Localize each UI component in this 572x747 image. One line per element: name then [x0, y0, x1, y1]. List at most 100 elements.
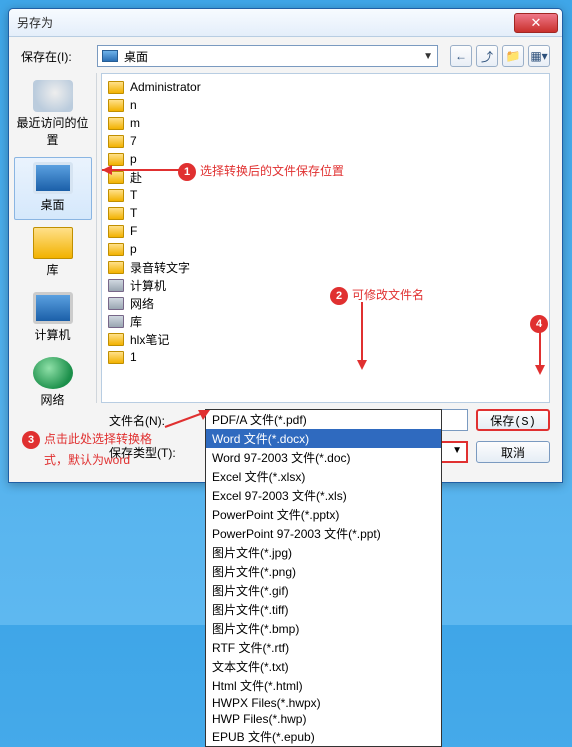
folder-icon [108, 135, 124, 148]
savein-label: 保存在(I): [21, 48, 91, 65]
folder-icon [108, 315, 124, 328]
place-comp[interactable]: 计算机 [14, 287, 92, 350]
file-name: p [130, 242, 137, 256]
chevron-down-icon: ▼ [452, 445, 462, 456]
folder-icon [108, 225, 124, 238]
desktop-icon [102, 50, 118, 62]
view-menu-button[interactable]: ▦▾ [528, 45, 550, 67]
file-item[interactable]: T [108, 204, 543, 222]
filetype-option[interactable]: Word 文件(*.docx) [206, 429, 441, 448]
filetype-dropdown[interactable]: PDF/A 文件(*.pdf)Word 文件(*.docx)Word 97-20… [205, 409, 442, 747]
folder-icon [108, 117, 124, 130]
place-net[interactable]: 网络 [14, 352, 92, 415]
arrow-2 [352, 300, 372, 375]
filetype-option[interactable]: 图片文件(*.png) [206, 562, 441, 581]
folder-icon [108, 207, 124, 220]
badge-3: 3 [22, 431, 40, 449]
file-name: Administrator [130, 80, 201, 94]
file-name: 计算机 [130, 277, 166, 294]
annotation-2: 2可修改文件名 [330, 286, 424, 305]
dialog-title: 另存为 [17, 14, 514, 31]
titlebar[interactable]: 另存为 ✕ [9, 9, 562, 37]
file-item[interactable]: p [108, 240, 543, 258]
place-recent[interactable]: 最近访问的位置 [14, 75, 92, 155]
file-item[interactable]: 1 [108, 348, 543, 366]
file-name: hlx笔记 [130, 331, 169, 348]
file-name: T [130, 188, 137, 202]
folder-icon [108, 99, 124, 112]
filetype-option[interactable]: PowerPoint 文件(*.pptx) [206, 505, 441, 524]
filetype-option[interactable]: PDF/A 文件(*.pdf) [206, 410, 441, 429]
place-label: 库 [15, 261, 91, 278]
new-folder-button[interactable]: 📁 [502, 45, 524, 67]
badge-4: 4 [530, 315, 548, 333]
file-item[interactable]: n [108, 96, 543, 114]
file-item[interactable]: 7 [108, 132, 543, 150]
arrow-4 [530, 330, 550, 380]
file-item[interactable]: 库 [108, 312, 543, 330]
up-button[interactable]: ⤴ [476, 45, 498, 67]
file-item[interactable]: 计算机 [108, 276, 543, 294]
filetype-option[interactable]: 图片文件(*.jpg) [206, 543, 441, 562]
location-text: 桌面 [124, 48, 148, 65]
place-label: 计算机 [15, 326, 91, 343]
place-lib[interactable]: 库 [14, 222, 92, 285]
annotation-4: 4 [530, 314, 552, 333]
folder-icon [108, 243, 124, 256]
filetype-option[interactable]: HWP Files(*.hwp) [206, 711, 441, 727]
place-desktop[interactable]: 桌面 [14, 157, 92, 220]
arrow-1 [90, 155, 185, 185]
file-item[interactable]: 录音转文字 [108, 258, 543, 276]
location-combo[interactable]: 桌面 ▼ [97, 45, 438, 67]
cancel-button[interactable]: 取消 [476, 441, 550, 463]
filetype-option[interactable]: 图片文件(*.gif) [206, 581, 441, 600]
file-name: 1 [130, 350, 137, 364]
place-label: 网络 [15, 391, 91, 408]
badge-1: 1 [178, 163, 196, 181]
file-list[interactable]: Administratornm7p赴TTFp录音转文字计算机网络库hlx笔记1 [101, 73, 550, 403]
file-item[interactable]: F [108, 222, 543, 240]
close-button[interactable]: ✕ [514, 13, 558, 33]
filetype-option[interactable]: EPUB 文件(*.epub) [206, 727, 441, 746]
filetype-option[interactable]: RTF 文件(*.rtf) [206, 638, 441, 657]
desktop-icon [33, 162, 73, 194]
folder-icon [108, 189, 124, 202]
file-name: 库 [130, 313, 142, 330]
net-icon [33, 357, 73, 389]
file-name: 网络 [130, 295, 154, 312]
file-item[interactable]: Administrator [108, 78, 543, 96]
file-item[interactable]: 网络 [108, 294, 543, 312]
lib-icon [33, 227, 73, 259]
comp-icon [33, 292, 73, 324]
file-name: 录音转文字 [130, 259, 190, 276]
filetype-option[interactable]: Excel 97-2003 文件(*.xls) [206, 486, 441, 505]
filetype-option[interactable]: 文本文件(*.txt) [206, 657, 441, 676]
nav-buttons: ← ⤴ 📁 ▦▾ [450, 45, 550, 67]
chevron-down-icon: ▼ [423, 51, 433, 62]
place-label: 桌面 [15, 196, 91, 213]
annotation-1: 1选择转换后的文件保存位置 [178, 162, 344, 181]
recent-icon [33, 80, 73, 112]
file-name: m [130, 116, 140, 130]
file-item[interactable]: hlx笔记 [108, 330, 543, 348]
folder-icon [108, 279, 124, 292]
badge-2: 2 [330, 287, 348, 305]
filetype-option[interactable]: Html 文件(*.html) [206, 676, 441, 695]
filetype-option[interactable]: 图片文件(*.tiff) [206, 600, 441, 619]
file-item[interactable]: T [108, 186, 543, 204]
folder-icon [108, 81, 124, 94]
filetype-option[interactable]: HWPX Files(*.hwpx) [206, 695, 441, 711]
back-button[interactable]: ← [450, 45, 472, 67]
annotation-3: 3点击此处选择转换格 式，默认为word [22, 428, 152, 470]
file-item[interactable]: m [108, 114, 543, 132]
save-button[interactable]: 保存(S) [476, 409, 550, 431]
filetype-option[interactable]: PowerPoint 97-2003 文件(*.ppt) [206, 524, 441, 543]
places-bar: 最近访问的位置桌面库计算机网络 [9, 73, 97, 403]
file-name: 7 [130, 134, 137, 148]
filetype-option[interactable]: Word 97-2003 文件(*.doc) [206, 448, 441, 467]
file-name: F [130, 224, 137, 238]
file-name: T [130, 206, 137, 220]
location-row: 保存在(I): 桌面 ▼ ← ⤴ 📁 ▦▾ [9, 37, 562, 73]
filetype-option[interactable]: Excel 文件(*.xlsx) [206, 467, 441, 486]
filetype-option[interactable]: 图片文件(*.bmp) [206, 619, 441, 638]
